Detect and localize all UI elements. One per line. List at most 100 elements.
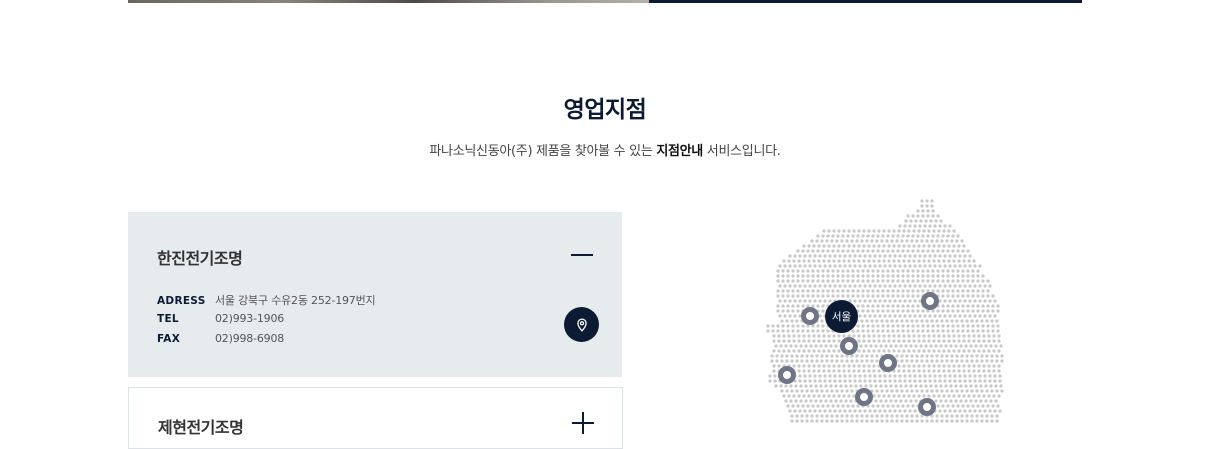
map-dot	[871, 304, 875, 308]
map-dot	[948, 379, 952, 383]
map-dot	[824, 344, 828, 348]
map-dot	[817, 259, 821, 263]
map-dot	[832, 259, 836, 263]
map-dot	[881, 404, 885, 408]
map-dot	[811, 404, 815, 408]
map-dot	[900, 319, 904, 323]
map-dot	[833, 254, 837, 258]
map-dot	[893, 379, 897, 383]
map-dot	[903, 374, 907, 378]
map-dot	[840, 359, 844, 363]
map-dot	[796, 279, 800, 283]
map-dot	[938, 374, 942, 378]
map-dot	[947, 349, 951, 353]
map-dot	[781, 274, 785, 278]
map-dot	[842, 364, 846, 368]
map-dot	[929, 344, 933, 348]
map-dot	[971, 294, 975, 298]
map-dot	[814, 384, 818, 388]
map-dot	[968, 284, 972, 288]
map-dot	[961, 274, 965, 278]
map-location-button[interactable]	[564, 307, 599, 342]
map-dot	[932, 349, 936, 353]
map-dot	[955, 239, 959, 243]
map-dot	[873, 254, 877, 258]
map-dot	[987, 394, 991, 398]
branch-panel-collapsed[interactable]: 제현전기조명	[128, 387, 623, 449]
map-dot	[930, 419, 934, 423]
map-dot	[840, 354, 844, 358]
map-dot	[918, 224, 922, 228]
map-dot	[963, 299, 967, 303]
map-dot	[996, 309, 1000, 313]
map-dot	[801, 289, 805, 293]
map-dot	[878, 374, 882, 378]
map-dot	[892, 339, 896, 343]
map-dot	[946, 234, 950, 238]
map-dot	[922, 334, 926, 338]
map-dot	[938, 284, 942, 288]
map-dot	[792, 334, 796, 338]
map-dot	[987, 339, 991, 343]
map-dot	[977, 339, 981, 343]
map-dot	[951, 269, 955, 273]
map-dot	[933, 284, 937, 288]
collapse-icon[interactable]	[571, 254, 593, 256]
map-dot	[868, 254, 872, 258]
map-dot	[823, 254, 827, 258]
map-dot	[927, 349, 931, 353]
map-dot	[951, 304, 955, 308]
map-dot	[867, 349, 871, 353]
map-dot	[796, 274, 800, 278]
map-dot	[797, 394, 801, 398]
map-dot	[851, 329, 855, 333]
map-dot	[905, 359, 909, 363]
map-dot	[963, 264, 967, 268]
map-dot	[870, 354, 874, 358]
map-dot	[888, 409, 892, 413]
map-dot	[888, 379, 892, 383]
map-dot	[995, 319, 999, 323]
map-dot	[892, 229, 896, 233]
map-dot	[901, 249, 905, 253]
map-dot	[953, 299, 957, 303]
map-dot	[830, 419, 834, 423]
map-dot	[915, 319, 919, 323]
map-dot	[935, 414, 939, 418]
map-dot	[831, 269, 835, 273]
map-dot	[847, 364, 851, 368]
map-dot	[821, 304, 825, 308]
map-dot	[777, 339, 781, 343]
branch-name[interactable]: 제현전기조명	[158, 414, 244, 438]
map-dot	[977, 334, 981, 338]
map-dot	[808, 409, 812, 413]
map-dot	[777, 334, 781, 338]
tel-label: TEL	[157, 313, 179, 325]
map-dot	[925, 354, 929, 358]
map-dot	[821, 404, 825, 408]
map-dot	[967, 364, 971, 368]
map-dot	[883, 379, 887, 383]
map-dot	[925, 419, 929, 423]
map-dot	[956, 404, 960, 408]
map-dot	[923, 254, 927, 258]
map-dot	[951, 324, 955, 328]
region-marker-seoul[interactable]: 서울	[825, 300, 858, 333]
map-dot	[855, 419, 859, 423]
map-dot	[841, 279, 845, 283]
map-dot	[835, 389, 839, 393]
map-dot	[936, 404, 940, 408]
map-dot	[963, 409, 967, 413]
map-dot	[865, 319, 869, 323]
map-dot	[806, 404, 810, 408]
map-dot	[776, 274, 780, 278]
map-dot	[832, 244, 836, 248]
map-dot	[971, 309, 975, 313]
map-dot	[801, 279, 805, 283]
map-dot	[811, 249, 815, 253]
branch-name[interactable]: 한진전기조명	[157, 245, 243, 269]
map-dot	[927, 259, 931, 263]
map-dot	[997, 349, 1001, 353]
map-dot	[808, 374, 812, 378]
expand-icon[interactable]	[572, 412, 594, 434]
